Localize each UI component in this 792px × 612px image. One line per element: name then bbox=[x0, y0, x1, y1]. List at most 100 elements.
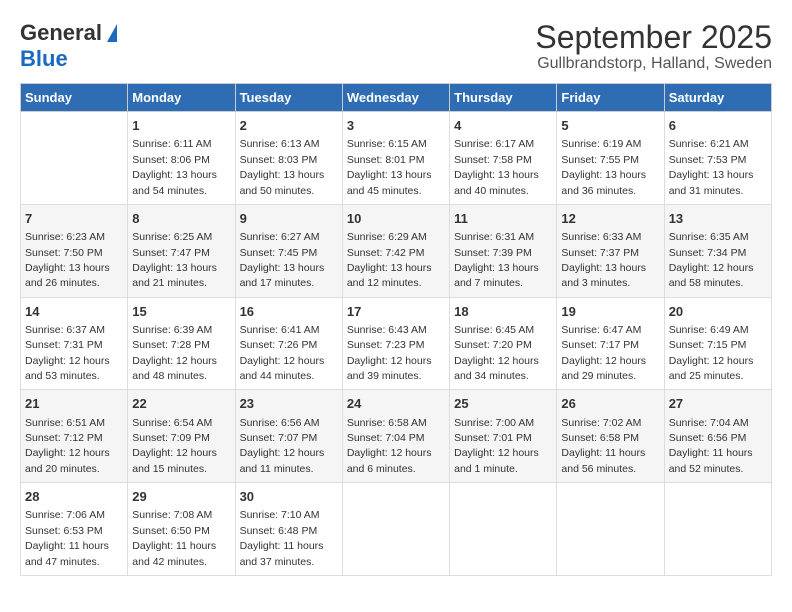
day-info: Sunrise: 6:41 AM Sunset: 7:26 PM Dayligh… bbox=[240, 324, 325, 382]
calendar-cell: 13 Sunrise: 6:35 AM Sunset: 7:34 PM Dayli… bbox=[664, 204, 771, 297]
day-info: Sunrise: 6:19 AM Sunset: 7:55 PM Dayligh… bbox=[561, 138, 646, 196]
day-number: 14 bbox=[25, 303, 123, 321]
title-block: September 2025 Gullbrandstorp, Halland, … bbox=[535, 20, 772, 73]
calendar-cell: 8 Sunrise: 6:25 AM Sunset: 7:47 PM Daylig… bbox=[128, 204, 235, 297]
day-number: 22 bbox=[132, 395, 230, 413]
calendar-week-5: 28 Sunrise: 7:06 AM Sunset: 6:53 PM Dayli… bbox=[21, 483, 772, 576]
calendar-header: SundayMondayTuesdayWednesdayThursdayFrid… bbox=[21, 84, 772, 112]
day-info: Sunrise: 6:43 AM Sunset: 7:23 PM Dayligh… bbox=[347, 324, 432, 382]
day-info: Sunrise: 6:21 AM Sunset: 7:53 PM Dayligh… bbox=[669, 138, 754, 196]
calendar-cell: 4 Sunrise: 6:17 AM Sunset: 7:58 PM Daylig… bbox=[450, 112, 557, 205]
calendar-week-3: 14 Sunrise: 6:37 AM Sunset: 7:31 PM Dayli… bbox=[21, 297, 772, 390]
day-info: Sunrise: 6:37 AM Sunset: 7:31 PM Dayligh… bbox=[25, 324, 110, 382]
day-info: Sunrise: 7:00 AM Sunset: 7:01 PM Dayligh… bbox=[454, 417, 539, 475]
day-number: 6 bbox=[669, 117, 767, 135]
day-info: Sunrise: 6:25 AM Sunset: 7:47 PM Dayligh… bbox=[132, 231, 217, 289]
calendar-body: 1 Sunrise: 6:11 AM Sunset: 8:06 PM Daylig… bbox=[21, 112, 772, 576]
weekday-wednesday: Wednesday bbox=[342, 84, 449, 112]
day-number: 17 bbox=[347, 303, 445, 321]
day-number: 4 bbox=[454, 117, 552, 135]
day-number: 13 bbox=[669, 210, 767, 228]
calendar-cell: 27Sunrise: 7:04 AM Sunset: 6:56 PM Dayli… bbox=[664, 390, 771, 483]
day-info: Sunrise: 6:11 AM Sunset: 8:06 PM Dayligh… bbox=[132, 138, 217, 196]
day-info: Sunrise: 6:39 AM Sunset: 7:28 PM Dayligh… bbox=[132, 324, 217, 382]
calendar-cell: 7 Sunrise: 6:23 AM Sunset: 7:50 PM Daylig… bbox=[21, 204, 128, 297]
weekday-saturday: Saturday bbox=[664, 84, 771, 112]
calendar-cell: 23 Sunrise: 6:56 AM Sunset: 7:07 PM Dayli… bbox=[235, 390, 342, 483]
calendar-cell: 20 Sunrise: 6:49 AM Sunset: 7:15 PM Dayli… bbox=[664, 297, 771, 390]
day-number: 26 bbox=[561, 395, 659, 413]
logo-general-text: General bbox=[20, 20, 102, 46]
day-number: 15 bbox=[132, 303, 230, 321]
weekday-header-row: SundayMondayTuesdayWednesdayThursdayFrid… bbox=[21, 84, 772, 112]
calendar-cell: 2 Sunrise: 6:13 AM Sunset: 8:03 PM Daylig… bbox=[235, 112, 342, 205]
weekday-friday: Friday bbox=[557, 84, 664, 112]
calendar-cell: 12 Sunrise: 6:33 AM Sunset: 7:37 PM Dayli… bbox=[557, 204, 664, 297]
page-header: General Blue September 2025 Gullbrandsto… bbox=[20, 20, 772, 73]
day-info: Sunrise: 7:10 AM Sunset: 6:48 PM Dayligh… bbox=[240, 509, 324, 567]
calendar-cell bbox=[342, 483, 449, 576]
day-number: 27 bbox=[669, 395, 767, 413]
day-info: Sunrise: 7:08 AM Sunset: 6:50 PM Dayligh… bbox=[132, 509, 216, 567]
day-info: Sunrise: 6:54 AM Sunset: 7:09 PM Dayligh… bbox=[132, 417, 217, 475]
logo: General Blue bbox=[20, 20, 117, 72]
calendar-cell: 30 Sunrise: 7:10 AM Sunset: 6:48 PM Dayli… bbox=[235, 483, 342, 576]
calendar-cell: 14 Sunrise: 6:37 AM Sunset: 7:31 PM Dayli… bbox=[21, 297, 128, 390]
day-info: Sunrise: 7:06 AM Sunset: 6:53 PM Dayligh… bbox=[25, 509, 109, 567]
day-number: 21 bbox=[25, 395, 123, 413]
calendar-subtitle: Gullbrandstorp, Halland, Sweden bbox=[535, 55, 772, 73]
calendar-week-1: 1 Sunrise: 6:11 AM Sunset: 8:06 PM Daylig… bbox=[21, 112, 772, 205]
day-info: Sunrise: 6:33 AM Sunset: 7:37 PM Dayligh… bbox=[561, 231, 646, 289]
calendar-table: SundayMondayTuesdayWednesdayThursdayFrid… bbox=[20, 83, 772, 576]
calendar-cell: 21 Sunrise: 6:51 AM Sunset: 7:12 PM Dayli… bbox=[21, 390, 128, 483]
day-info: Sunrise: 6:23 AM Sunset: 7:50 PM Dayligh… bbox=[25, 231, 110, 289]
calendar-cell: 6 Sunrise: 6:21 AM Sunset: 7:53 PM Daylig… bbox=[664, 112, 771, 205]
day-info: Sunrise: 6:49 AM Sunset: 7:15 PM Dayligh… bbox=[669, 324, 754, 382]
day-number: 11 bbox=[454, 210, 552, 228]
day-info: Sunrise: 6:31 AM Sunset: 7:39 PM Dayligh… bbox=[454, 231, 539, 289]
day-info: Sunrise: 6:35 AM Sunset: 7:34 PM Dayligh… bbox=[669, 231, 754, 289]
day-number: 8 bbox=[132, 210, 230, 228]
day-number: 2 bbox=[240, 117, 338, 135]
day-info: Sunrise: 6:56 AM Sunset: 7:07 PM Dayligh… bbox=[240, 417, 325, 475]
calendar-week-2: 7 Sunrise: 6:23 AM Sunset: 7:50 PM Daylig… bbox=[21, 204, 772, 297]
day-info: Sunrise: 6:13 AM Sunset: 8:03 PM Dayligh… bbox=[240, 138, 325, 196]
day-info: Sunrise: 6:17 AM Sunset: 7:58 PM Dayligh… bbox=[454, 138, 539, 196]
calendar-cell: 15 Sunrise: 6:39 AM Sunset: 7:28 PM Dayli… bbox=[128, 297, 235, 390]
day-info: Sunrise: 6:58 AM Sunset: 7:04 PM Dayligh… bbox=[347, 417, 432, 475]
weekday-thursday: Thursday bbox=[450, 84, 557, 112]
day-number: 7 bbox=[25, 210, 123, 228]
day-number: 12 bbox=[561, 210, 659, 228]
day-info: Sunrise: 6:29 AM Sunset: 7:42 PM Dayligh… bbox=[347, 231, 432, 289]
day-number: 24 bbox=[347, 395, 445, 413]
calendar-week-4: 21 Sunrise: 6:51 AM Sunset: 7:12 PM Dayli… bbox=[21, 390, 772, 483]
day-number: 5 bbox=[561, 117, 659, 135]
calendar-title: September 2025 bbox=[535, 20, 772, 55]
day-info: Sunrise: 7:02 AM Sunset: 6:58 PM Dayligh… bbox=[561, 417, 645, 475]
calendar-cell: 5 Sunrise: 6:19 AM Sunset: 7:55 PM Daylig… bbox=[557, 112, 664, 205]
calendar-cell bbox=[21, 112, 128, 205]
calendar-cell: 24 Sunrise: 6:58 AM Sunset: 7:04 PM Dayli… bbox=[342, 390, 449, 483]
calendar-cell: 10Sunrise: 6:29 AM Sunset: 7:42 PM Dayli… bbox=[342, 204, 449, 297]
day-number: 28 bbox=[25, 488, 123, 506]
logo-blue-text: Blue bbox=[20, 46, 68, 72]
weekday-tuesday: Tuesday bbox=[235, 84, 342, 112]
day-number: 29 bbox=[132, 488, 230, 506]
weekday-sunday: Sunday bbox=[21, 84, 128, 112]
calendar-cell bbox=[664, 483, 771, 576]
calendar-cell: 29 Sunrise: 7:08 AM Sunset: 6:50 PM Dayli… bbox=[128, 483, 235, 576]
calendar-cell: 26 Sunrise: 7:02 AM Sunset: 6:58 PM Dayli… bbox=[557, 390, 664, 483]
day-number: 23 bbox=[240, 395, 338, 413]
day-number: 1 bbox=[132, 117, 230, 135]
day-info: Sunrise: 6:27 AM Sunset: 7:45 PM Dayligh… bbox=[240, 231, 325, 289]
day-number: 20 bbox=[669, 303, 767, 321]
calendar-cell: 16Sunrise: 6:41 AM Sunset: 7:26 PM Dayli… bbox=[235, 297, 342, 390]
day-info: Sunrise: 6:51 AM Sunset: 7:12 PM Dayligh… bbox=[25, 417, 110, 475]
calendar-cell: 17 Sunrise: 6:43 AM Sunset: 7:23 PM Dayli… bbox=[342, 297, 449, 390]
calendar-cell: 25Sunrise: 7:00 AM Sunset: 7:01 PM Dayli… bbox=[450, 390, 557, 483]
day-number: 30 bbox=[240, 488, 338, 506]
calendar-cell: 22 Sunrise: 6:54 AM Sunset: 7:09 PM Dayli… bbox=[128, 390, 235, 483]
calendar-cell bbox=[557, 483, 664, 576]
calendar-cell: 18Sunrise: 6:45 AM Sunset: 7:20 PM Dayli… bbox=[450, 297, 557, 390]
calendar-cell: 11 Sunrise: 6:31 AM Sunset: 7:39 PM Dayli… bbox=[450, 204, 557, 297]
